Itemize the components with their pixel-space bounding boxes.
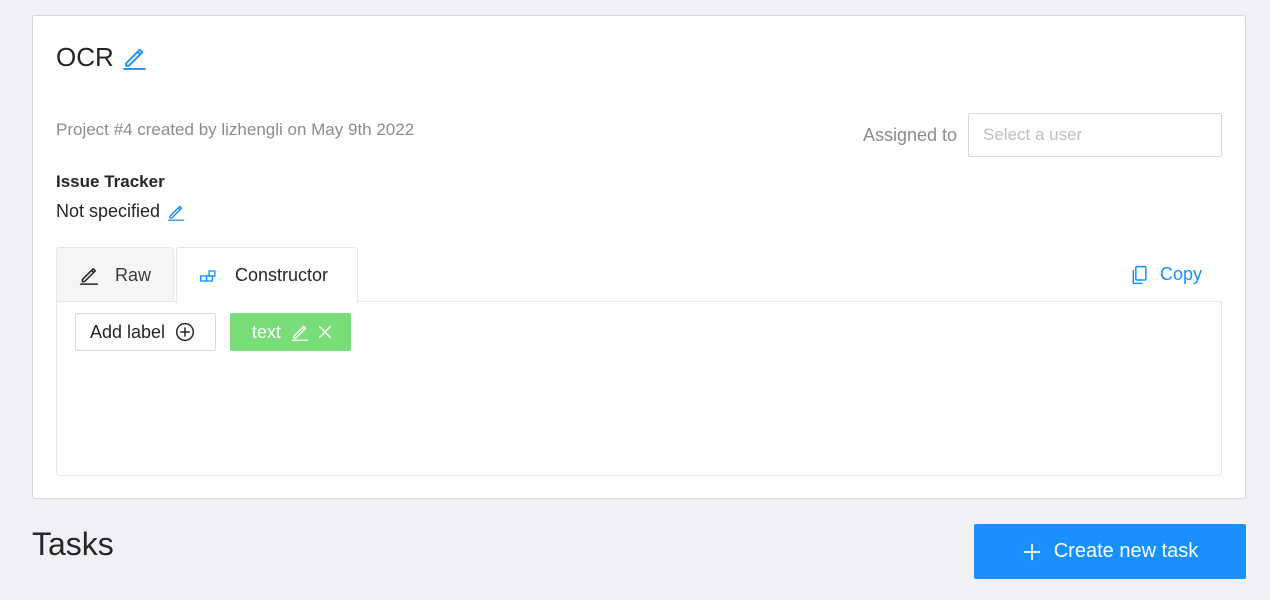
assignee-label: Assigned to (862, 124, 957, 145)
issue-tracker-title: Issue Tracker (56, 172, 165, 191)
project-title: OCR (56, 42, 114, 72)
add-label-text: Add label (90, 321, 166, 342)
constructor-panel: Add label text (56, 301, 1222, 476)
add-label-button[interactable]: Add label (75, 313, 216, 351)
assignee-select[interactable]: Select a user (968, 113, 1222, 157)
assignee-placeholder: Select a user (983, 125, 1083, 144)
create-new-task-button[interactable]: Create new task (974, 524, 1246, 579)
delete-label-icon[interactable] (317, 324, 333, 340)
project-meta: Project #4 created by lizhengli on May 9… (56, 120, 415, 139)
project-card: OCR Project #4 created by lizhengli on M… (32, 15, 1246, 499)
plus-icon (1022, 542, 1042, 562)
tab-constructor[interactable]: Constructor (176, 247, 358, 303)
project-title-row: OCR (56, 42, 147, 73)
tab-constructor-label: Constructor (235, 265, 329, 285)
copy-button[interactable]: Copy (1130, 264, 1202, 285)
edit-label-icon[interactable] (291, 323, 309, 341)
issue-tracker-row: Not specified (56, 201, 185, 222)
constructor-icon (199, 266, 219, 286)
issue-tracker-value: Not specified (56, 201, 161, 221)
tab-raw[interactable]: Raw (56, 247, 174, 302)
tab-raw-label: Raw (115, 264, 152, 285)
plus-circle-icon (175, 322, 195, 342)
edit-title-icon[interactable] (122, 45, 147, 70)
edit-issue-tracker-icon[interactable] (167, 203, 185, 221)
label-tabs: Raw Constructor Copy (56, 247, 1222, 303)
label-chip-name: text (252, 321, 282, 342)
copy-icon (1130, 265, 1150, 285)
label-chip-text: text (230, 313, 351, 351)
copy-label: Copy (1159, 264, 1202, 284)
tasks-title: Tasks (32, 526, 114, 562)
edit-icon (79, 265, 99, 285)
create-new-task-label: Create new task (1053, 540, 1199, 562)
assignee-group: Assigned to Select a user (863, 113, 1222, 157)
